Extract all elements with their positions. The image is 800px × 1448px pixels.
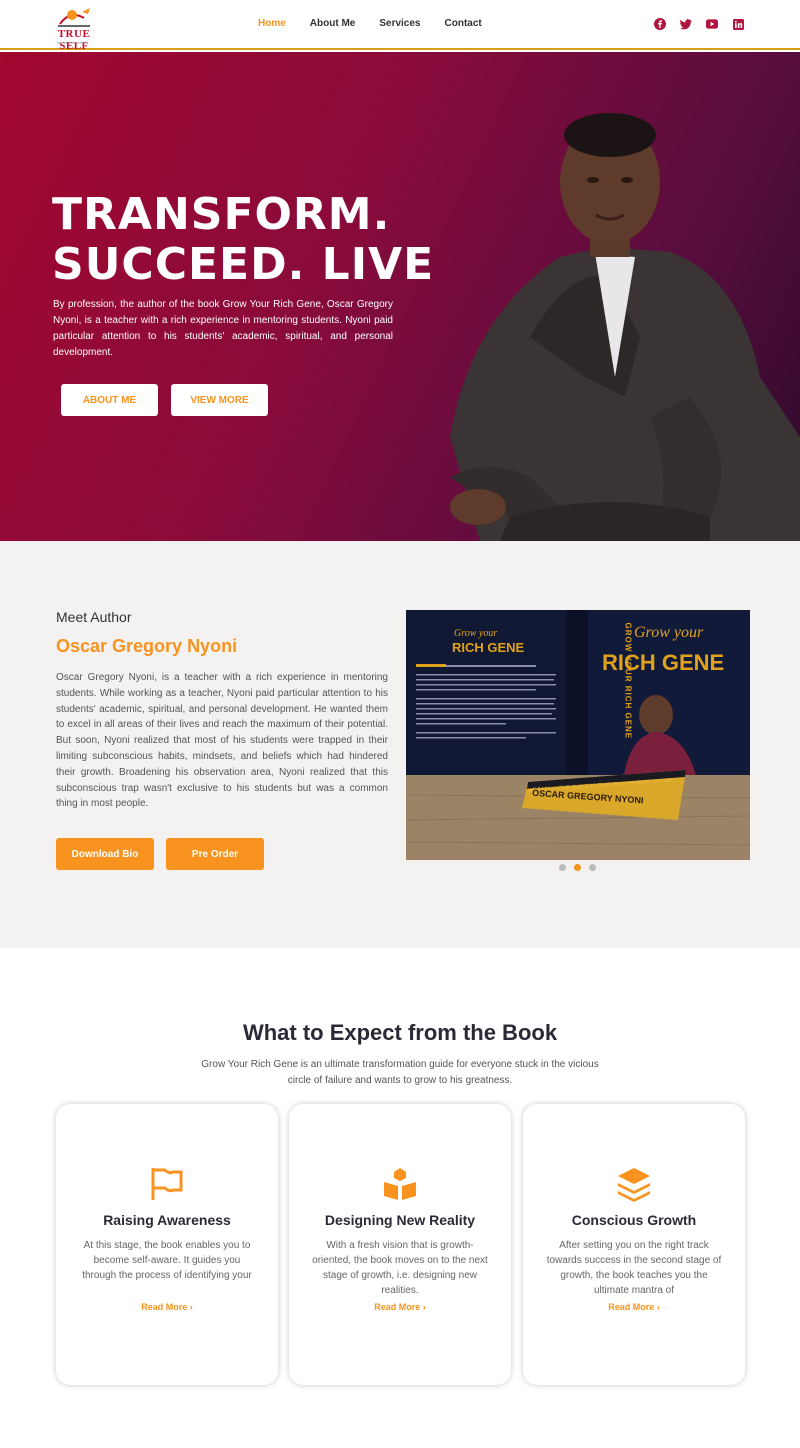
back-cover-script: Grow your [454,628,498,639]
social-links [654,18,744,30]
card-text: After setting you on the right track tow… [546,1240,722,1296]
read-more-link[interactable]: Read More › [56,1302,278,1312]
carousel-dot-2[interactable] [574,864,581,871]
hero-section: TRANSFORM. SUCCEED. LIVE By profession, … [0,52,800,541]
carousel-dot-1[interactable] [559,864,566,871]
expect-section-title: What to Expect from the Book [242,1020,558,1045]
main-nav: Home About Me Services Contact [258,18,506,29]
expect-section-subtitle: Grow Your Rich Gene is an ultimate trans… [201,1059,599,1086]
flag-icon [151,1168,183,1200]
read-more-link[interactable]: Read More › [289,1302,511,1312]
site-header: TRUE SELF the true assertion... Home Abo… [0,0,800,52]
logo-emblem-icon [58,8,90,27]
read-more-link[interactable]: Read More › [523,1302,745,1312]
youtube-icon[interactable] [706,18,718,30]
card-title: Designing New Reality [324,1212,476,1228]
hero-title-line1: TRANSFORM. [52,189,391,240]
nav-contact[interactable]: Contact [445,18,482,29]
feature-card-conscious-growth: Conscious Growth After setting you on th… [523,1104,745,1385]
twitter-icon[interactable] [680,18,692,30]
feature-card-raising-awareness: Raising Awareness At this stage, the boo… [56,1104,278,1385]
book-cover-image[interactable]: Grow your RICH GENE GROW YOUR RICH GENE … [406,610,750,860]
carousel-dot-3[interactable] [589,864,596,871]
hero-description: By profession, the author of the book Gr… [53,299,393,358]
carousel-dots [559,864,596,871]
download-bio-button[interactable]: Download Bio [56,838,154,870]
author-bio: Oscar Gregory Nyoni, is a teacher with a… [56,672,388,810]
back-cover-title: RICH GENE [452,640,525,655]
front-cover-title: RICH GENE [602,650,725,675]
card-text: With a fresh vision that is growth-orien… [312,1240,488,1296]
card-text: At this stage, the book enables you to b… [82,1240,252,1281]
meet-author-section: Meet Author Oscar Gregory Nyoni Oscar Gr… [0,541,800,948]
facebook-icon[interactable] [654,18,666,30]
author-name: Oscar Gregory Nyoni [56,636,238,656]
author-portrait-image [450,113,800,541]
site-logo[interactable]: TRUE SELF the true assertion... [46,4,102,52]
nav-home[interactable]: Home [258,18,286,29]
hero-title: TRANSFORM. SUCCEED. LIVE [52,190,434,290]
linkedin-icon[interactable] [732,18,744,30]
logo-tagline: the true assertion... [56,40,92,45]
feature-card-designing-new-reality: Designing New Reality With a fresh visio… [289,1104,511,1385]
nav-services[interactable]: Services [379,18,420,29]
book-spine-text: GROW YOUR RICH GENE [623,622,633,740]
about-me-button[interactable]: ABOUT ME [61,384,158,416]
front-cover-script: Grow your [634,624,704,641]
hero-title-line2: SUCCEED. LIVE [52,239,435,290]
book-reader-icon [384,1168,416,1200]
nav-about-me[interactable]: About Me [310,18,356,29]
card-title: Raising Awareness [103,1212,231,1228]
view-more-button[interactable]: VIEW MORE [171,384,268,416]
meet-author-label: Meet Author [56,609,132,625]
pre-order-button[interactable]: Pre Order [166,838,264,870]
card-title: Conscious Growth [571,1212,697,1228]
layers-icon [618,1168,650,1202]
